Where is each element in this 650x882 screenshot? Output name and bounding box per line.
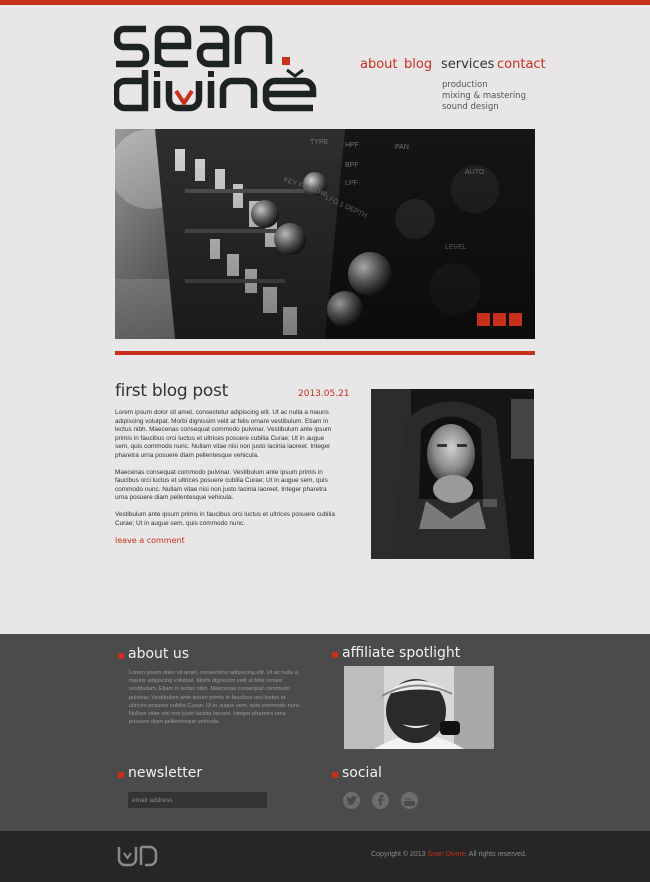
newsletter-email-input[interactable] bbox=[128, 792, 267, 808]
slider-dot-1[interactable] bbox=[477, 313, 490, 326]
svg-text:You: You bbox=[404, 796, 412, 801]
newsletter-title: newsletter bbox=[128, 765, 203, 781]
twitter-icon[interactable] bbox=[343, 792, 360, 809]
post-paragraph-3: Vestibulum ante ipsum primis in faucibus… bbox=[115, 511, 335, 527]
slider-pagination bbox=[477, 313, 522, 326]
about-us-text: Lorem ipsum dolor sit amet, consectetur … bbox=[129, 670, 302, 726]
top-accent-bar bbox=[0, 0, 650, 5]
logo-wordmark bbox=[112, 25, 317, 112]
nav-blog[interactable]: blog bbox=[404, 57, 432, 72]
bottom-bar bbox=[0, 831, 650, 882]
post-paragraph-2: Maecenas consequat commodo pulvinar. Ves… bbox=[115, 468, 328, 502]
social-links: You bbox=[343, 792, 418, 809]
nav-services[interactable]: services bbox=[441, 57, 494, 72]
social-bullet bbox=[332, 772, 338, 778]
hero-slider: TYPEHPFBPFLPF KEY FOLLOW LFO 1 DEPTH PAN… bbox=[115, 129, 535, 339]
post-image-portrait bbox=[371, 389, 534, 559]
nav-about[interactable]: about bbox=[360, 57, 398, 72]
footer bbox=[0, 634, 650, 831]
facebook-icon[interactable] bbox=[372, 792, 389, 809]
spotlight-bullet bbox=[332, 652, 338, 658]
leave-comment-link[interactable]: leave a comment bbox=[115, 536, 185, 545]
affiliate-spotlight-title: affiliate spotlight bbox=[342, 645, 461, 661]
submenu-item-mixing-mastering[interactable]: mixing & mastering bbox=[442, 91, 526, 102]
copyright-suffix: . All rights reserved. bbox=[465, 851, 527, 858]
services-submenu: production mixing & mastering sound desi… bbox=[442, 80, 526, 113]
main-nav: about blog services contact bbox=[360, 57, 546, 77]
affiliate-spotlight-image[interactable] bbox=[344, 666, 494, 749]
hero-image-synthesizer: TYPEHPFBPFLPF KEY FOLLOW LFO 1 DEPTH PAN… bbox=[115, 129, 535, 339]
about-bullet bbox=[118, 653, 124, 659]
post-title[interactable]: first blog post bbox=[115, 381, 228, 401]
section-divider bbox=[115, 351, 535, 355]
post-paragraph-1: Lorem ipsum dolor sit amet, consectetur … bbox=[115, 409, 332, 459]
copyright-prefix: Copyright © 2013 bbox=[371, 851, 428, 858]
post-date: 2013.05.21 bbox=[298, 389, 350, 399]
social-title: social bbox=[342, 765, 382, 781]
youtube-icon[interactable]: You bbox=[401, 792, 418, 809]
footer-logo-icon[interactable] bbox=[117, 845, 159, 872]
about-us-title: about us bbox=[128, 646, 190, 662]
site-logo[interactable] bbox=[112, 24, 319, 117]
newsletter-bullet bbox=[118, 772, 124, 778]
portrait-photo bbox=[371, 389, 534, 559]
nav-contact[interactable]: contact bbox=[497, 57, 546, 72]
submenu-item-sound-design[interactable]: sound design bbox=[442, 102, 526, 113]
submenu-item-production[interactable]: production bbox=[442, 80, 526, 91]
post-body: Lorem ipsum dolor sit amet, consectetur … bbox=[115, 409, 337, 537]
slider-dot-2[interactable] bbox=[493, 313, 506, 326]
copyright-brand-link[interactable]: Sean Divine bbox=[428, 851, 466, 858]
spotlight-photo bbox=[344, 666, 494, 749]
copyright-text: Copyright © 2013 Sean Divine. All rights… bbox=[371, 851, 527, 858]
slider-dot-3[interactable] bbox=[509, 313, 522, 326]
